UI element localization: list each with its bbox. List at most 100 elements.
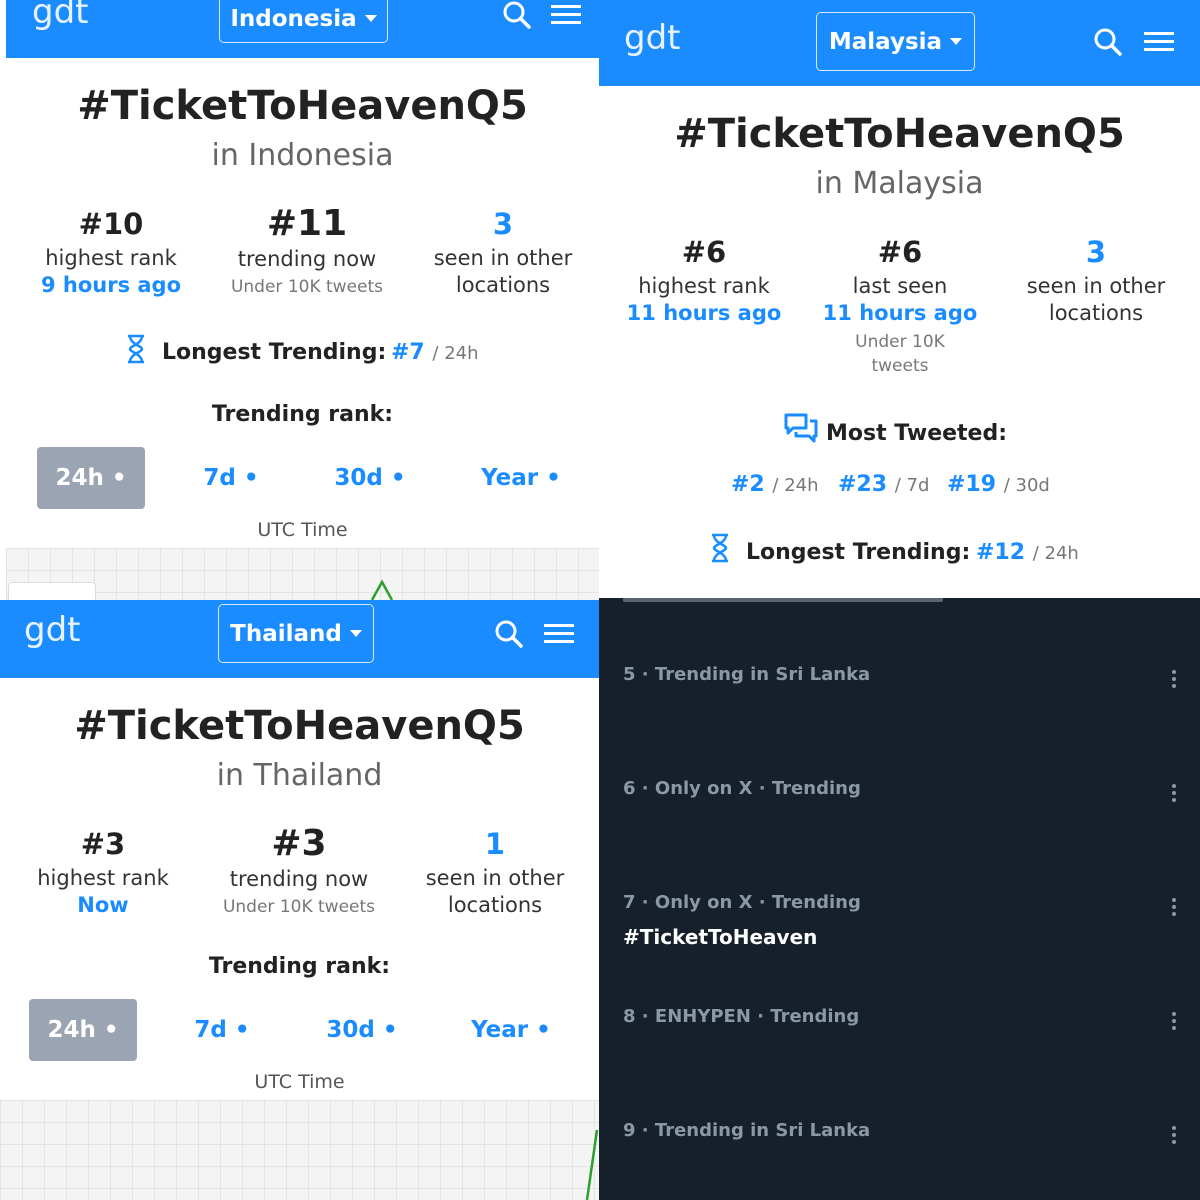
longest-trending-period: / 24h	[432, 343, 479, 364]
longest-trending-rank[interactable]: #7	[391, 340, 425, 365]
trend-item[interactable]: 8 · ENHYPEN · Trending	[623, 1006, 1200, 1066]
stat-detail[interactable]: 11 hours ago	[800, 300, 1000, 327]
logo[interactable]: gdt	[624, 18, 681, 58]
tab-7d[interactable]: 7d •	[172, 999, 272, 1061]
hourglass-icon	[128, 334, 144, 364]
most-tweeted-24h[interactable]: #2 / 24h	[731, 472, 819, 497]
chart-tooltip	[8, 582, 96, 600]
location-subtitle: in Indonesia	[211, 138, 394, 173]
search-icon[interactable]	[1093, 27, 1123, 57]
most-tweeted-7d[interactable]: #23 / 7d	[838, 472, 929, 497]
stat-value: #6	[681, 235, 727, 269]
stat-highest-rank: #10 highest rank 9 hours ago	[11, 207, 211, 299]
stat-last-seen: #6 last seen 11 hours ago Under 10K twee…	[800, 235, 1000, 378]
country-select[interactable]: Indonesia	[219, 0, 388, 43]
trend-name[interactable]: #TicketToHeaven	[623, 925, 817, 949]
trend-meta: 6 · Only on X · Trending	[623, 778, 861, 799]
stat-label: highest rank	[45, 246, 177, 270]
stat-detail[interactable]: Now	[3, 892, 203, 919]
trend-item[interactable]: 9 · Trending in Sri Lanka	[623, 1120, 1200, 1180]
country-select[interactable]: Thailand	[218, 604, 374, 663]
most-tweeted-period: / 7d	[894, 475, 930, 496]
panel-thailand: gdt Thailand #TicketToHeavenQ5 in Thaila…	[0, 600, 599, 1200]
stat-label: trending now	[237, 247, 377, 271]
search-icon[interactable]	[494, 619, 524, 649]
stat-value: #10	[78, 207, 144, 241]
stat-label-line2: locations	[455, 273, 551, 297]
panel-indonesia: gdt Indonesia #TicketToHeavenQ5 in Indon…	[6, 0, 599, 600]
location-subtitle: in Malaysia	[815, 166, 984, 201]
tab-year[interactable]: Year •	[456, 999, 566, 1061]
stat-label-line2: locations	[447, 893, 543, 917]
stat-other-locations[interactable]: 3 seen in other locations	[403, 207, 599, 299]
logo[interactable]: gdt	[32, 0, 89, 32]
trend-item[interactable]: 5 · Trending in Sri Lanka	[623, 664, 1200, 724]
most-tweeted-30d[interactable]: #19 / 30d	[947, 472, 1050, 497]
tab-30d[interactable]: 30d •	[318, 447, 422, 509]
hashtag-title: #TicketToHeavenQ5	[674, 111, 1125, 157]
most-tweeted-rank[interactable]: #19	[947, 472, 996, 497]
stat-value[interactable]: 3	[996, 235, 1196, 269]
menu-icon[interactable]	[551, 3, 581, 27]
stat-detail[interactable]: 11 hours ago	[604, 300, 804, 327]
country-select[interactable]: Malaysia	[816, 12, 975, 71]
hourglass-icon	[712, 533, 728, 563]
utc-time-label: UTC Time	[254, 1071, 345, 1093]
location-subtitle: in Thailand	[216, 758, 383, 793]
trend-meta: 8 · ENHYPEN · Trending	[623, 1006, 860, 1027]
trend-chart[interactable]	[0, 1100, 599, 1200]
stat-detail[interactable]: 9 hours ago	[11, 272, 211, 299]
hashtag-title: #TicketToHeavenQ5	[77, 83, 528, 129]
trend-meta: 5 · Trending in Sri Lanka	[623, 664, 871, 685]
stat-detail: Under 10K tweets	[222, 897, 376, 917]
stat-other-locations[interactable]: 1 seen in other locations	[395, 827, 595, 919]
tab-year[interactable]: Year •	[466, 447, 576, 509]
chart-line	[370, 579, 394, 600]
stat-label-line1: seen in other	[425, 866, 565, 890]
stat-trending-now: #3 trending now Under 10K tweets	[199, 823, 399, 919]
country-select-label: Malaysia	[828, 28, 943, 55]
chevron-down-icon	[349, 630, 362, 637]
stat-label-line1: seen in other	[433, 246, 573, 270]
stat-detail: Under 10K tweets	[230, 277, 384, 297]
chart-line	[585, 1129, 599, 1200]
trend-chart[interactable]	[6, 548, 599, 600]
stat-label-line2: locations	[1048, 301, 1144, 325]
search-icon[interactable]	[502, 0, 532, 30]
longest-trending-value[interactable]: #12 / 24h	[976, 540, 1079, 565]
most-tweeted-rank[interactable]: #23	[838, 472, 887, 497]
more-vertical-icon[interactable]	[1172, 784, 1178, 805]
trend-item[interactable]: 6 · Only on X · Trending	[623, 778, 1200, 838]
longest-trending-rank[interactable]: #12	[976, 540, 1025, 565]
top-nav: gdt Indonesia	[6, 0, 599, 58]
menu-icon[interactable]	[544, 622, 574, 646]
most-tweeted-period: / 30d	[1003, 475, 1050, 496]
trend-item[interactable]: 7 · Only on X · Trending #TicketToHeaven	[623, 892, 1200, 952]
stat-value[interactable]: 3	[403, 207, 599, 241]
stat-value[interactable]: 1	[395, 827, 595, 861]
chevron-down-icon	[364, 15, 377, 22]
most-tweeted-rank[interactable]: #2	[731, 472, 765, 497]
stat-label: highest rank	[37, 866, 169, 890]
tab-7d[interactable]: 7d •	[181, 447, 281, 509]
logo[interactable]: gdt	[24, 610, 81, 650]
tab-30d[interactable]: 30d •	[310, 999, 414, 1061]
tab-24h[interactable]: 24h •	[37, 447, 145, 509]
stat-label: highest rank	[638, 274, 770, 298]
hashtag-title: #TicketToHeavenQ5	[74, 703, 525, 749]
longest-trending-label: Longest Trending:	[162, 340, 387, 365]
stat-value: #3	[80, 827, 126, 861]
more-vertical-icon[interactable]	[1172, 670, 1178, 691]
stat-note-line1: Under 10K	[855, 332, 945, 352]
more-vertical-icon[interactable]	[1172, 898, 1178, 919]
stat-trending-now: #11 trending now Under 10K tweets	[207, 203, 407, 299]
longest-trending-value[interactable]: #7 / 24h	[391, 340, 479, 365]
more-vertical-icon[interactable]	[1172, 1012, 1178, 1033]
chat-bubbles-icon	[784, 413, 818, 443]
top-nav: gdt Malaysia	[599, 0, 1200, 86]
tab-24h[interactable]: 24h •	[29, 999, 137, 1061]
menu-icon[interactable]	[1144, 30, 1174, 54]
utc-time-label: UTC Time	[257, 519, 348, 541]
more-vertical-icon[interactable]	[1172, 1126, 1178, 1147]
stat-other-locations[interactable]: 3 seen in other locations	[996, 235, 1196, 327]
